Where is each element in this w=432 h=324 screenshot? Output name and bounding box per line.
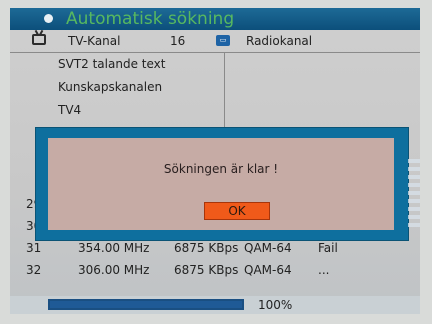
tv-channel-item: Kunskapskanalen — [58, 80, 163, 94]
title-bullet-icon — [44, 14, 53, 23]
tv-channel-count: 16 — [170, 34, 186, 48]
tv-channel-label: TV-Kanal — [68, 34, 121, 48]
progress-area: 100% — [10, 296, 420, 314]
tv-channel-item: TV4 — [58, 103, 82, 117]
tv-channel-item: SVT2 talande text — [58, 57, 166, 71]
scan-row: 32 306.00 MHz 6875 KBps QAM-64 ... — [10, 259, 420, 281]
progress-bar — [48, 299, 244, 310]
scan-row-frequency: 306.00 MHz — [78, 263, 150, 277]
page-title: Automatisk sökning — [66, 9, 235, 29]
ok-button[interactable]: OK — [204, 202, 270, 220]
scroll-indicator — [408, 159, 420, 229]
progress-fill — [50, 301, 242, 308]
radio-channel-label: Radiokanal — [246, 34, 313, 48]
tv-icon — [32, 34, 46, 45]
tv-frame: Automatisk sökning TV-Kanal 16 ▭ Radioka… — [10, 8, 420, 314]
scan-row-modulation: QAM-64 — [244, 263, 292, 277]
scan-row-number: 32 — [26, 263, 42, 277]
dialog-message: Sökningen är klar ! — [163, 162, 279, 176]
radio-icon: ▭ — [216, 35, 230, 46]
channel-header: TV-Kanal 16 ▭ Radiokanal — [10, 30, 420, 53]
progress-text: 100% — [258, 298, 293, 312]
scan-screen: Automatisk sökning TV-Kanal 16 ▭ Radioka… — [10, 8, 420, 314]
scan-row-status: ... — [318, 263, 330, 277]
scan-row-symbol-rate: 6875 KBps — [174, 263, 239, 277]
title-bar: Automatisk sökning — [10, 8, 420, 30]
scan-complete-dialog: Sökningen är klar ! OK — [48, 138, 394, 230]
